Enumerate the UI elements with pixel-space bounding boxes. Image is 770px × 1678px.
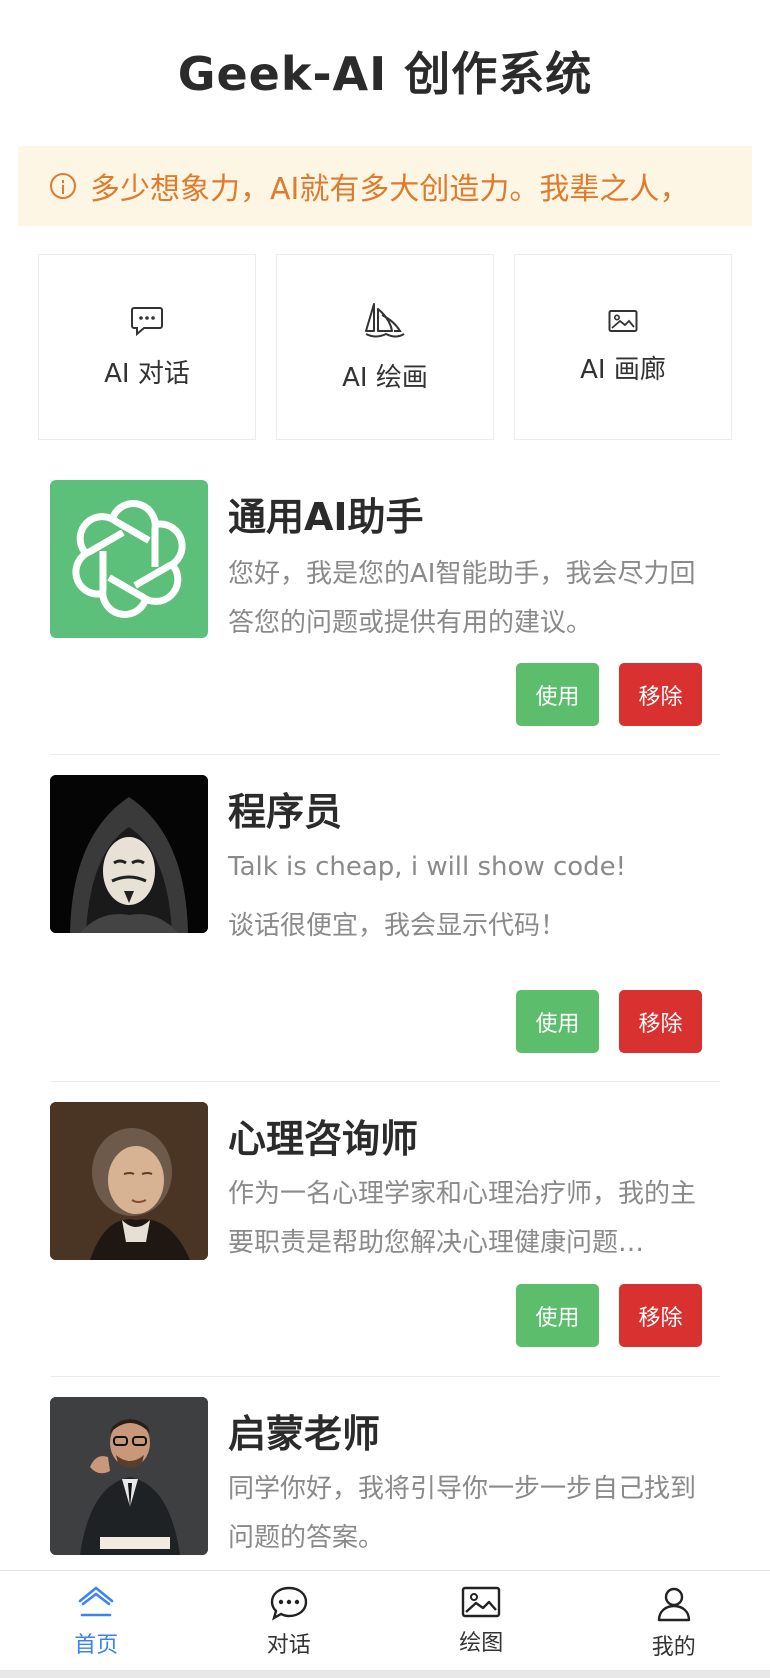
sailboat-icon: [365, 302, 405, 337]
tab-mine[interactable]: 我的: [578, 1571, 770, 1678]
quick-nav-label: AI 对话: [104, 358, 190, 389]
tab-label: 对话: [266, 1633, 311, 1658]
quick-nav-label: AI 画廊: [580, 354, 666, 385]
role-item: 通用AI助手 您好，我是您的AI智能助手，我会尽力回答您的问题或提供有用的建议。…: [50, 480, 720, 755]
role-description: 作为一名心理学家和心理治疗师，我的主要职责是帮助您解决心理健康问题…: [228, 1179, 697, 1258]
role-actions: 使用 移除: [516, 1284, 702, 1347]
role-item: 启蒙老师 同学你好，我将引导你一步一步自己找到问题的答案。: [50, 1377, 720, 1577]
teacher-avatar: [50, 1397, 208, 1555]
remove-button[interactable]: 移除: [619, 663, 702, 726]
role-description: 您好，我是您的AI智能助手，我会尽力回答您的问题或提供有用的建议。: [228, 559, 696, 638]
image-icon: [608, 309, 638, 332]
role-title: 通用AI助手: [228, 495, 424, 539]
role-title: 启蒙老师: [228, 1412, 381, 1456]
openai-logo-avatar: [50, 480, 208, 638]
info-circle-icon: [50, 173, 76, 199]
tab-label: 绘图: [459, 1631, 504, 1656]
tab-home[interactable]: 首页: [0, 1571, 193, 1678]
role-item: 心理咨询师 作为一名心理学家和心理治疗师，我的主要职责是帮助您解决心理健康问题……: [50, 1082, 720, 1377]
role-actions: 使用 移除: [516, 990, 702, 1053]
bottom-strip: [0, 1670, 770, 1678]
use-button[interactable]: 使用: [516, 663, 599, 726]
notice-text: 多少想象力，AI就有多大创造力。我辈之人，: [90, 172, 690, 207]
bottom-tabbar: 首页 对话 绘图 我的: [0, 1570, 770, 1678]
user-icon: [657, 1587, 690, 1622]
quick-nav-gallery[interactable]: AI 画廊: [514, 254, 732, 440]
home-icon: [78, 1586, 114, 1617]
role-actions: 使用 移除: [516, 663, 702, 726]
role-description: 同学你好，我将引导你一步一步自己找到问题的答案。: [228, 1474, 697, 1553]
role-title: 心理咨询师: [228, 1117, 419, 1161]
quick-nav-label: AI 绘画: [342, 362, 428, 393]
role-list: 通用AI助手 您好，我是您的AI智能助手，我会尽力回答您的问题或提供有用的建议。…: [50, 480, 720, 1577]
page-title: Geek-AI 创作系统: [177, 47, 593, 101]
use-button[interactable]: 使用: [516, 1284, 599, 1347]
tab-draw[interactable]: 绘图: [385, 1571, 578, 1678]
role-title: 程序员: [228, 790, 343, 834]
image-icon: [462, 1586, 501, 1618]
quick-nav-chat[interactable]: AI 对话: [38, 254, 256, 440]
tab-label: 首页: [74, 1633, 119, 1658]
portrait-avatar: [50, 1102, 208, 1260]
use-button[interactable]: 使用: [516, 990, 599, 1053]
role-description-translation: 谈话很便宜，我会显示代码！: [228, 911, 567, 941]
tab-label: 我的: [651, 1635, 696, 1660]
chat-bubble-icon: [131, 306, 163, 336]
role-description: Talk is cheap, i will show code!: [228, 852, 627, 882]
quick-nav-draw[interactable]: AI 绘画: [276, 254, 494, 440]
remove-button[interactable]: 移除: [619, 1284, 702, 1347]
quick-nav: AI 对话 AI 绘画 AI 画廊: [38, 254, 732, 440]
hooded-mask-avatar: [50, 775, 208, 933]
chat-icon: [270, 1586, 307, 1621]
role-item: 程序员 Talk is cheap, i will show code! 谈话很…: [50, 755, 720, 1082]
tab-chat[interactable]: 对话: [193, 1571, 386, 1678]
remove-button[interactable]: 移除: [619, 990, 702, 1053]
notice-bar: 多少想象力，AI就有多大创造力。我辈之人，: [18, 146, 752, 226]
